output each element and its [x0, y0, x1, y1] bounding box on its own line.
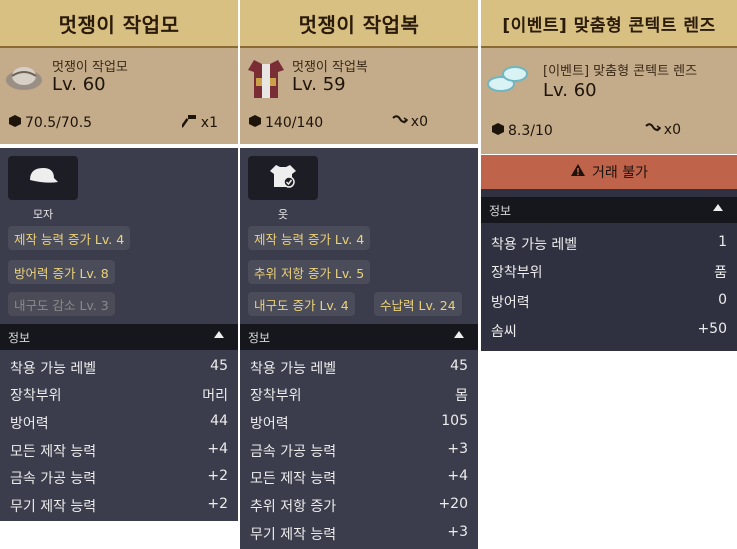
- card-title: [이벤트] 맞춤형 콘텍트 렌즈: [481, 0, 737, 48]
- effect-chip: 제작 능력 증가 Lv. 4: [8, 226, 131, 250]
- info-row: 장착부위 머리: [10, 388, 228, 404]
- effect-chip: 제작 능력 증가 Lv. 4: [248, 226, 371, 250]
- item-level: Lv. 59: [292, 74, 346, 95]
- info-row: 금속 가공 능력 +3: [250, 441, 468, 460]
- info-row: 추위 저항 증가 +20: [250, 496, 468, 515]
- repair-stat: x0: [645, 122, 681, 138]
- info-header[interactable]: 정보: [240, 324, 478, 350]
- item-level: Lv. 60: [543, 80, 597, 101]
- info-header[interactable]: 정보: [481, 197, 737, 223]
- info-row: 착용 가능 레벨 1: [491, 234, 727, 253]
- info-row: 무기 제작 능력 +2: [10, 496, 228, 515]
- item-card-work-clothes: 멋쟁이 작업복 멋쟁이 작업복 Lv. 59 140/140 x0 옷 제작 능…: [240, 0, 478, 549]
- collapse-arrow-icon[interactable]: [214, 331, 224, 338]
- item-name: 멋쟁이 작업모: [52, 60, 128, 75]
- info-header[interactable]: 정보: [0, 324, 238, 350]
- repair-icon: [645, 122, 661, 138]
- warning-icon: [570, 163, 586, 181]
- detail-panel: 모자 제작 능력 증가 Lv. 4 방어력 증가 Lv. 8 내구도 감소 Lv…: [0, 148, 238, 521]
- collapse-arrow-icon[interactable]: [454, 331, 464, 338]
- item-summary: 멋쟁이 작업모 Lv. 60 70.5/70.5 x1: [0, 48, 238, 144]
- hat-item-icon: [4, 56, 44, 96]
- box-icon: [491, 122, 505, 140]
- cap-icon: [26, 164, 60, 192]
- card-title: 멋쟁이 작업모: [0, 0, 238, 48]
- weight-stat: 8.3/10: [491, 122, 553, 140]
- info-row: 착용 가능 레벨 45: [10, 358, 228, 377]
- effect-chip: 추위 저항 증가 Lv. 5: [248, 260, 371, 284]
- info-row: 방어력 105: [250, 413, 468, 432]
- item-card-contact-lens: [이벤트] 맞춤형 콘텍트 렌즈 [이벤트] 맞춤형 콘텍트 렌즈 Lv. 60…: [481, 0, 737, 351]
- info-row: 착용 가능 레벨 45: [250, 358, 468, 377]
- box-icon: [8, 114, 22, 132]
- info-row: 무기 제작 능력 +3: [250, 524, 468, 543]
- durability-stat: x1: [180, 114, 218, 132]
- repair-stat: x0: [392, 114, 428, 130]
- effect-chip: 내구도 증가 Lv. 4: [248, 292, 355, 316]
- hammer-icon: [180, 114, 198, 132]
- slot-label: 옷: [277, 208, 289, 221]
- clothes-item-icon: [244, 56, 284, 98]
- lens-item-icon: [485, 62, 528, 102]
- info-row: 솜씨 +50: [491, 321, 727, 340]
- detail-panel: 정보 착용 가능 레벨 1 장착부위 품 방어력 0 솜씨 +50: [481, 189, 737, 351]
- item-level: Lv. 60: [52, 74, 106, 95]
- info-row: 방어력 0: [491, 292, 727, 311]
- effect-chip: 방어력 증가 Lv. 8: [8, 260, 115, 284]
- item-name: [이벤트] 맞춤형 콘텍트 렌즈: [543, 64, 698, 79]
- effect-chip: 수납력 Lv. 24: [374, 292, 462, 316]
- weight-stat: 140/140: [248, 114, 323, 132]
- box-icon: [248, 114, 262, 132]
- detail-panel: 옷 제작 능력 증가 Lv. 4 추위 저항 증가 Lv. 5 내구도 증가 L…: [240, 148, 478, 549]
- equip-slot-hat[interactable]: [8, 156, 78, 200]
- collapse-arrow-icon[interactable]: [713, 204, 723, 211]
- item-card-work-hat: 멋쟁이 작업모 멋쟁이 작업모 Lv. 60 70.5/70.5 x1 모자 제…: [0, 0, 238, 521]
- item-summary: [이벤트] 맞춤형 콘텍트 렌즈 Lv. 60 8.3/10 x0: [481, 48, 737, 154]
- info-row: 장착부위 품: [491, 265, 727, 281]
- item-summary: 멋쟁이 작업복 Lv. 59 140/140 x0: [240, 48, 478, 144]
- info-row: 모든 제작 능력 +4: [250, 468, 468, 487]
- equip-slot-clothes[interactable]: [248, 156, 318, 200]
- info-row: 모든 제작 능력 +4: [10, 441, 228, 460]
- item-name: 멋쟁이 작업복: [292, 60, 368, 75]
- info-row: 장착부위 몸: [250, 388, 468, 404]
- weight-stat: 70.5/70.5: [8, 114, 92, 132]
- slot-label: 모자: [32, 208, 54, 221]
- shirt-icon: [268, 163, 298, 193]
- info-row: 방어력 44: [10, 413, 228, 432]
- effect-chip: 내구도 감소 Lv. 3: [8, 292, 115, 316]
- info-row: 금속 가공 능력 +2: [10, 468, 228, 487]
- trade-unavailable-banner: 거래 불가: [481, 155, 737, 189]
- card-title: 멋쟁이 작업복: [240, 0, 478, 48]
- repair-icon: [392, 114, 408, 130]
